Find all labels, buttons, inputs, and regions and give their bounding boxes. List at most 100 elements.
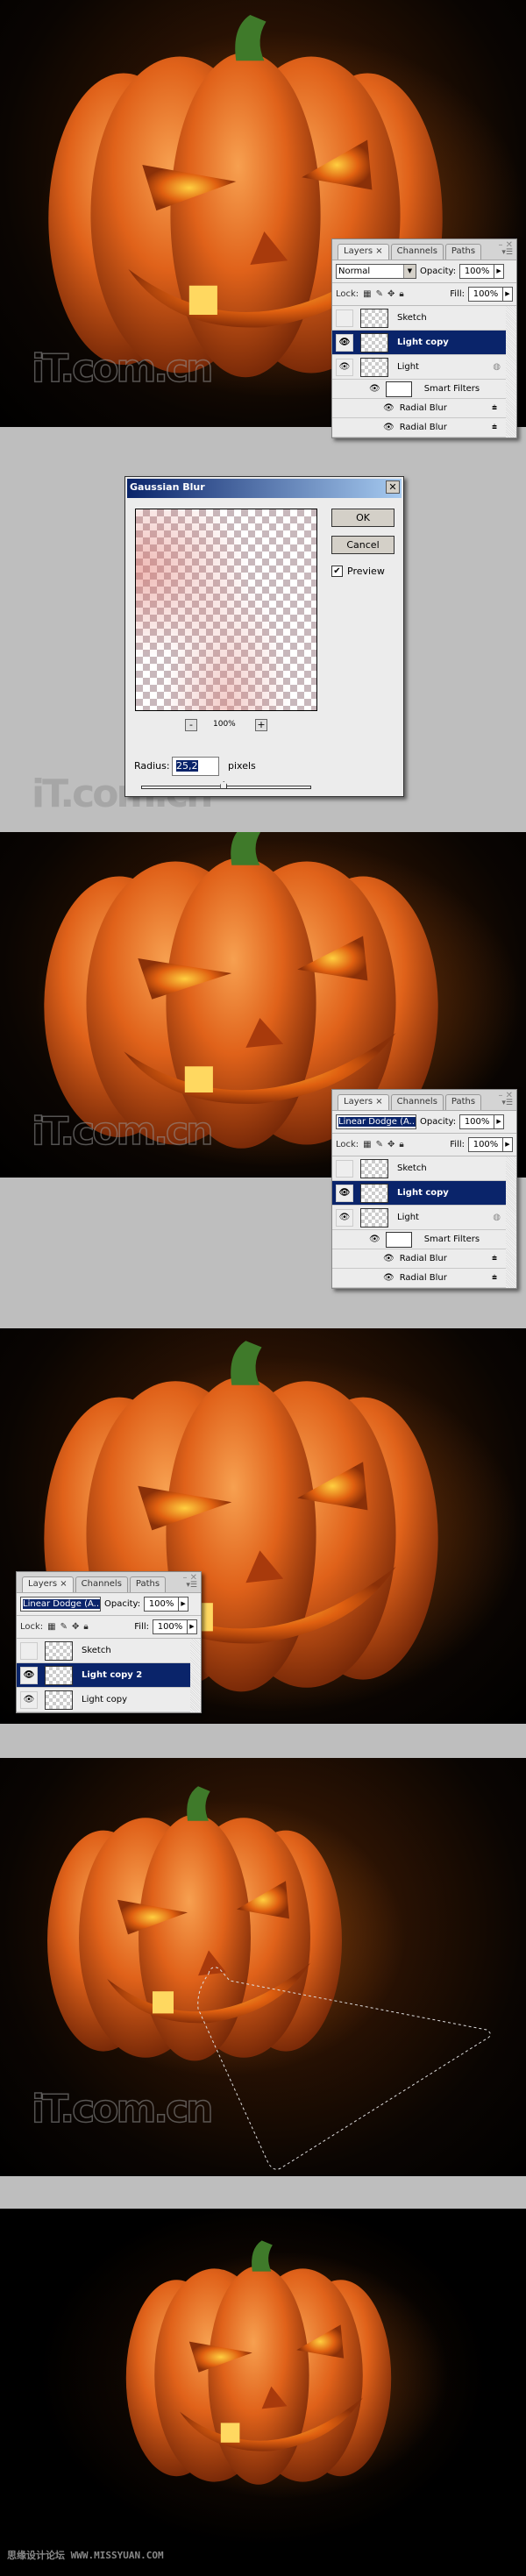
layer-thumbnail	[360, 357, 388, 377]
filter-options-icon[interactable]: ⩧	[492, 1273, 497, 1283]
smart-filters-row[interactable]: 👁︎ Smart Filters	[332, 380, 506, 399]
radius-input[interactable]: 25,2	[172, 757, 219, 776]
lock-transparency-icon[interactable]: ▦	[47, 1622, 55, 1632]
filter-row[interactable]: 👁︎ Radial Blur ⩧	[332, 418, 506, 438]
layer-thumbnail	[360, 332, 388, 352]
filter-row[interactable]: 👁︎ Radial Blur ⩧	[332, 1269, 506, 1288]
fill-input[interactable]: 100%	[468, 1137, 503, 1152]
layer-row[interactable]: 👁︎ Light copy 2	[17, 1663, 190, 1688]
cancel-button[interactable]: Cancel	[331, 536, 394, 554]
panel-menu-icon[interactable]: ▾☰	[186, 1581, 197, 1590]
opacity-label: Opacity:	[420, 267, 457, 276]
eye-icon[interactable]: 👁︎	[383, 403, 394, 413]
smart-filters-row[interactable]: 👁︎ Smart Filters	[332, 1230, 506, 1249]
lock-brush-icon[interactable]: ✎	[60, 1622, 68, 1632]
opacity-arrow[interactable]: ▶	[178, 1597, 189, 1612]
eye-icon[interactable]: 👁︎	[336, 333, 353, 352]
lock-label: Lock:	[20, 1622, 44, 1632]
opacity-arrow[interactable]: ▶	[494, 1114, 505, 1129]
blur-preview[interactable]	[135, 509, 317, 711]
tab-layers[interactable]: Layers ×	[338, 244, 389, 260]
radius-label: Radius:	[134, 760, 170, 772]
lock-move-icon[interactable]: ✥	[387, 289, 394, 299]
scrollbar[interactable]	[506, 306, 516, 438]
tab-layers[interactable]: Layers ×	[22, 1576, 74, 1592]
tab-channels[interactable]: Channels	[390, 244, 444, 260]
lock-transparency-icon[interactable]: ▦	[363, 1140, 371, 1149]
blend-mode-select[interactable]: Normal ▼	[336, 264, 416, 279]
filter-options-icon[interactable]: ⩧	[492, 1254, 497, 1263]
layer-row[interactable]: 👁︎ Light copy	[332, 1181, 506, 1206]
lock-transparency-icon[interactable]: ▦	[363, 289, 371, 299]
eye-icon[interactable]: 👁︎	[383, 1273, 394, 1283]
slider-thumb[interactable]	[220, 781, 228, 789]
opacity-arrow[interactable]: ▶	[494, 264, 505, 279]
opacity-input[interactable]: 100%	[459, 1114, 495, 1129]
eye-icon[interactable]: 👁︎	[336, 358, 353, 376]
panel-menu-icon[interactable]: ▾☰	[501, 248, 513, 257]
fill-input[interactable]: 100%	[468, 287, 503, 302]
layer-row[interactable]: Sketch	[17, 1639, 190, 1663]
lock-all-icon[interactable]: 🔒︎	[399, 1140, 403, 1149]
fill-arrow[interactable]: ▶	[187, 1619, 197, 1634]
lock-move-icon[interactable]: ✥	[387, 1140, 394, 1149]
eye-icon[interactable]: 👁︎	[336, 1208, 353, 1227]
opacity-input[interactable]: 100%	[144, 1597, 180, 1612]
ok-button[interactable]: OK	[331, 509, 394, 527]
filter-options-icon[interactable]: ⩧	[492, 423, 497, 432]
layer-name: Sketch	[397, 313, 427, 323]
zoom-out-button[interactable]: -	[185, 719, 197, 731]
eye-icon[interactable]: 👁︎	[369, 1235, 380, 1244]
visibility-toggle[interactable]	[336, 1159, 353, 1178]
zoom-in-button[interactable]: +	[255, 719, 267, 731]
scrollbar[interactable]	[190, 1639, 201, 1712]
layer-row[interactable]: Sketch	[332, 306, 506, 331]
eye-icon[interactable]: 👁︎	[20, 1690, 38, 1709]
radius-slider[interactable]	[141, 781, 311, 789]
layers-panel: Layers × Channels Paths – ✕ ▾☰ Linear Dodge (…	[16, 1571, 202, 1713]
tab-channels[interactable]: Channels	[75, 1576, 128, 1592]
tab-paths[interactable]: Paths	[444, 1094, 482, 1110]
eye-icon[interactable]: 👁︎	[383, 1254, 394, 1263]
visibility-toggle[interactable]	[20, 1641, 38, 1660]
lock-controls: Lock: ▦ ✎ ✥ 🔒︎	[336, 1140, 404, 1149]
lock-brush-icon[interactable]: ✎	[376, 289, 383, 299]
fill-input[interactable]: 100%	[153, 1619, 188, 1634]
eye-icon[interactable]: 👁︎	[336, 1184, 353, 1202]
layers-list: Sketch 👁︎ Light copy 👁︎ Light ◍ 👁︎ Smart Filter…	[332, 1156, 516, 1288]
close-button[interactable]: ✕	[386, 480, 400, 494]
scrollbar[interactable]	[506, 1156, 516, 1288]
preview-label: Preview	[347, 566, 385, 577]
eye-icon[interactable]: 👁︎	[369, 384, 380, 394]
lock-all-icon[interactable]: 🔒︎	[83, 1622, 88, 1632]
layers-list: Sketch 👁︎ Light copy 2 👁︎ Light copy	[17, 1639, 201, 1712]
filter-row[interactable]: 👁︎ Radial Blur ⩧	[332, 399, 506, 418]
layer-row[interactable]: 👁︎ Light ◍	[332, 1206, 506, 1230]
fill-arrow[interactable]: ▶	[502, 287, 513, 302]
tab-paths[interactable]: Paths	[129, 1576, 167, 1592]
blend-mode-select[interactable]: Linear Dodge (A...▼	[20, 1597, 101, 1612]
blend-mode-select[interactable]: Linear Dodge (A...▼	[336, 1114, 416, 1129]
panel-menu-icon[interactable]: ▾☰	[501, 1099, 513, 1107]
opacity-input[interactable]: 100%	[459, 264, 495, 279]
panel-tabs: Layers × Channels Paths – ✕ ▾☰	[332, 1090, 516, 1111]
tab-layers[interactable]: Layers ×	[338, 1094, 389, 1110]
layer-row[interactable]: Sketch	[332, 1156, 506, 1181]
layer-row[interactable]: 👁︎ Light copy	[332, 331, 506, 355]
watermark: iT.com.cn	[31, 1108, 214, 1155]
lock-all-icon[interactable]: 🔒︎	[399, 289, 403, 299]
preview-checkbox[interactable]: ✔	[331, 566, 343, 577]
filter-row[interactable]: 👁︎ Radial Blur ⩧	[332, 1249, 506, 1269]
tab-channels[interactable]: Channels	[390, 1094, 444, 1110]
layer-thumbnail	[360, 1183, 388, 1203]
tab-paths[interactable]: Paths	[444, 244, 482, 260]
visibility-toggle[interactable]	[336, 309, 353, 327]
layer-row[interactable]: 👁︎ Light ◍	[332, 355, 506, 380]
lock-brush-icon[interactable]: ✎	[376, 1140, 383, 1149]
eye-icon[interactable]: 👁︎	[20, 1666, 38, 1684]
filter-options-icon[interactable]: ⩧	[492, 403, 497, 413]
lock-move-icon[interactable]: ✥	[72, 1622, 79, 1632]
eye-icon[interactable]: 👁︎	[383, 423, 394, 432]
fill-arrow[interactable]: ▶	[502, 1137, 513, 1152]
layer-row[interactable]: 👁︎ Light copy	[17, 1688, 190, 1712]
